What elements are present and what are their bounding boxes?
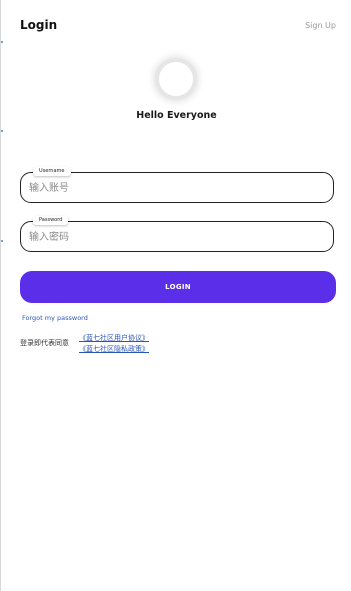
edge-mark [1,41,3,43]
login-screen: Login Sign Up Hello Everyone Username Pa… [0,0,351,591]
avatar [159,62,193,96]
username-label: Username [33,167,71,176]
edge-mark [1,240,3,242]
agreement-prefix: 登录即代表同意 [20,339,69,347]
user-agreement-link[interactable]: 《蓝七社区用户协议》 [79,333,149,343]
greeting-text: Hello Everyone [136,110,217,121]
login-button[interactable]: LOGIN [20,271,336,303]
edge-mark [1,130,3,132]
page-title: Login [20,18,58,32]
forgot-password-link[interactable]: Forgot my password [22,314,88,322]
privacy-policy-link[interactable]: 《蓝七社区隐私政策》 [79,344,149,354]
password-input[interactable] [29,229,319,245]
username-input[interactable] [29,180,319,196]
username-field[interactable]: Username [20,167,334,203]
password-field[interactable]: Password [20,216,334,252]
sign-up-link[interactable]: Sign Up [305,21,336,30]
password-label: Password [33,216,69,225]
